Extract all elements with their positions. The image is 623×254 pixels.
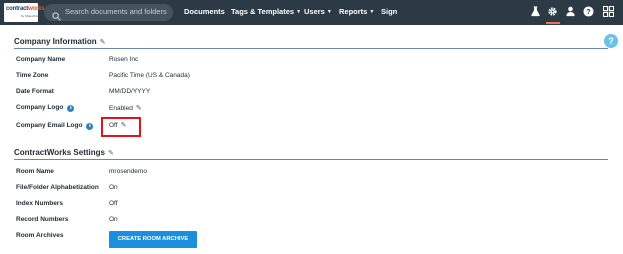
nav-tags-templates-label: Tags & Templates bbox=[231, 7, 295, 16]
nav-users[interactable]: Users ▼ bbox=[304, 7, 332, 16]
logo-text-main: contract bbox=[6, 6, 29, 12]
chevron-down-icon: ▼ bbox=[296, 9, 302, 15]
company-name-value: Rosen Inc bbox=[109, 56, 139, 63]
index-numbers-value: Off bbox=[109, 200, 118, 207]
alphabetization-value: On bbox=[109, 184, 118, 191]
nav-tags-templates[interactable]: Tags & Templates ▼ bbox=[231, 7, 301, 16]
section-title-text: Company Information bbox=[14, 37, 97, 46]
record-numbers-value: On bbox=[109, 216, 118, 223]
company-email-logo-label: Company Email Logo bbox=[16, 122, 83, 129]
edit-pencil-icon[interactable]: ✎ bbox=[136, 104, 142, 112]
company-logo-label: Company Logo bbox=[16, 104, 64, 111]
contractworks-settings-title: ContractWorks Settings ✎ bbox=[14, 148, 114, 157]
room-name-value: mrosendemo bbox=[109, 168, 147, 175]
logo-subtitle: by SharePoint bbox=[21, 14, 40, 18]
nav-users-label: Users bbox=[304, 7, 325, 16]
info-icon[interactable]: i bbox=[86, 123, 94, 130]
room-name-label: Room Name bbox=[16, 168, 54, 175]
company-email-logo-row-label: Company Email Logo i bbox=[16, 122, 94, 130]
apps-grid-icon[interactable] bbox=[602, 4, 616, 20]
contractworks-logo[interactable]: contractworks by SharePoint bbox=[4, 3, 45, 22]
user-icon[interactable] bbox=[564, 4, 578, 20]
active-tab-indicator bbox=[546, 22, 560, 24]
logo-text-accent: works bbox=[28, 6, 45, 12]
company-logo-value: Enabled ✎ bbox=[109, 104, 142, 112]
search-icon bbox=[52, 8, 61, 21]
section-title-text: ContractWorks Settings bbox=[14, 148, 105, 157]
section-divider bbox=[14, 48, 608, 49]
search-placeholder: Search documents and folders bbox=[65, 7, 167, 16]
nav-reports[interactable]: Reports ▼ bbox=[339, 7, 374, 16]
company-information-title: Company Information ✎ bbox=[14, 37, 106, 46]
company-logo-value-text: Enabled bbox=[109, 105, 133, 112]
info-icon[interactable]: i bbox=[67, 105, 75, 112]
chevron-down-icon: ▼ bbox=[369, 9, 375, 15]
logo-wordmark: contractworks bbox=[6, 6, 45, 12]
room-archives-label: Room Archives bbox=[16, 232, 64, 239]
nav-reports-label: Reports bbox=[339, 7, 368, 16]
nav-sign[interactable]: Sign bbox=[381, 7, 397, 16]
alphabetization-label: File/Folder Alphabetization bbox=[16, 184, 99, 191]
nav-sign-label: Sign bbox=[381, 7, 398, 16]
create-room-archive-button[interactable]: CREATE ROOM ARCHIVE bbox=[109, 231, 197, 248]
search-input[interactable]: Search documents and folders bbox=[44, 4, 173, 21]
section-divider bbox=[14, 159, 608, 160]
company-name-label: Company Name bbox=[16, 56, 66, 63]
time-zone-value: Pacific Time (US & Canada) bbox=[109, 72, 190, 79]
date-format-value: MM/DD/YYYY bbox=[109, 88, 151, 95]
highlight-annotation-box bbox=[101, 117, 141, 137]
chevron-down-icon: ▼ bbox=[326, 9, 332, 15]
nav-documents[interactable]: Documents bbox=[184, 7, 225, 16]
flask-icon[interactable] bbox=[529, 4, 543, 20]
nav-documents-label: Documents bbox=[184, 7, 225, 16]
top-navigation-bar: contractworks by SharePoint Search docum… bbox=[0, 0, 623, 25]
time-zone-label: Time Zone bbox=[16, 72, 49, 79]
help-circle-icon[interactable]: ? bbox=[582, 4, 596, 20]
date-format-label: Date Format bbox=[16, 88, 54, 95]
floating-help-button[interactable]: ? bbox=[604, 34, 618, 48]
edit-pencil-icon[interactable]: ✎ bbox=[100, 38, 106, 46]
edit-pencil-icon[interactable]: ✎ bbox=[108, 149, 114, 157]
svg-text:?: ? bbox=[586, 7, 591, 16]
gear-icon[interactable] bbox=[546, 4, 560, 24]
record-numbers-label: Record Numbers bbox=[16, 216, 69, 223]
index-numbers-label: Index Numbers bbox=[16, 200, 63, 207]
company-logo-row-label: Company Logo i bbox=[16, 104, 75, 112]
